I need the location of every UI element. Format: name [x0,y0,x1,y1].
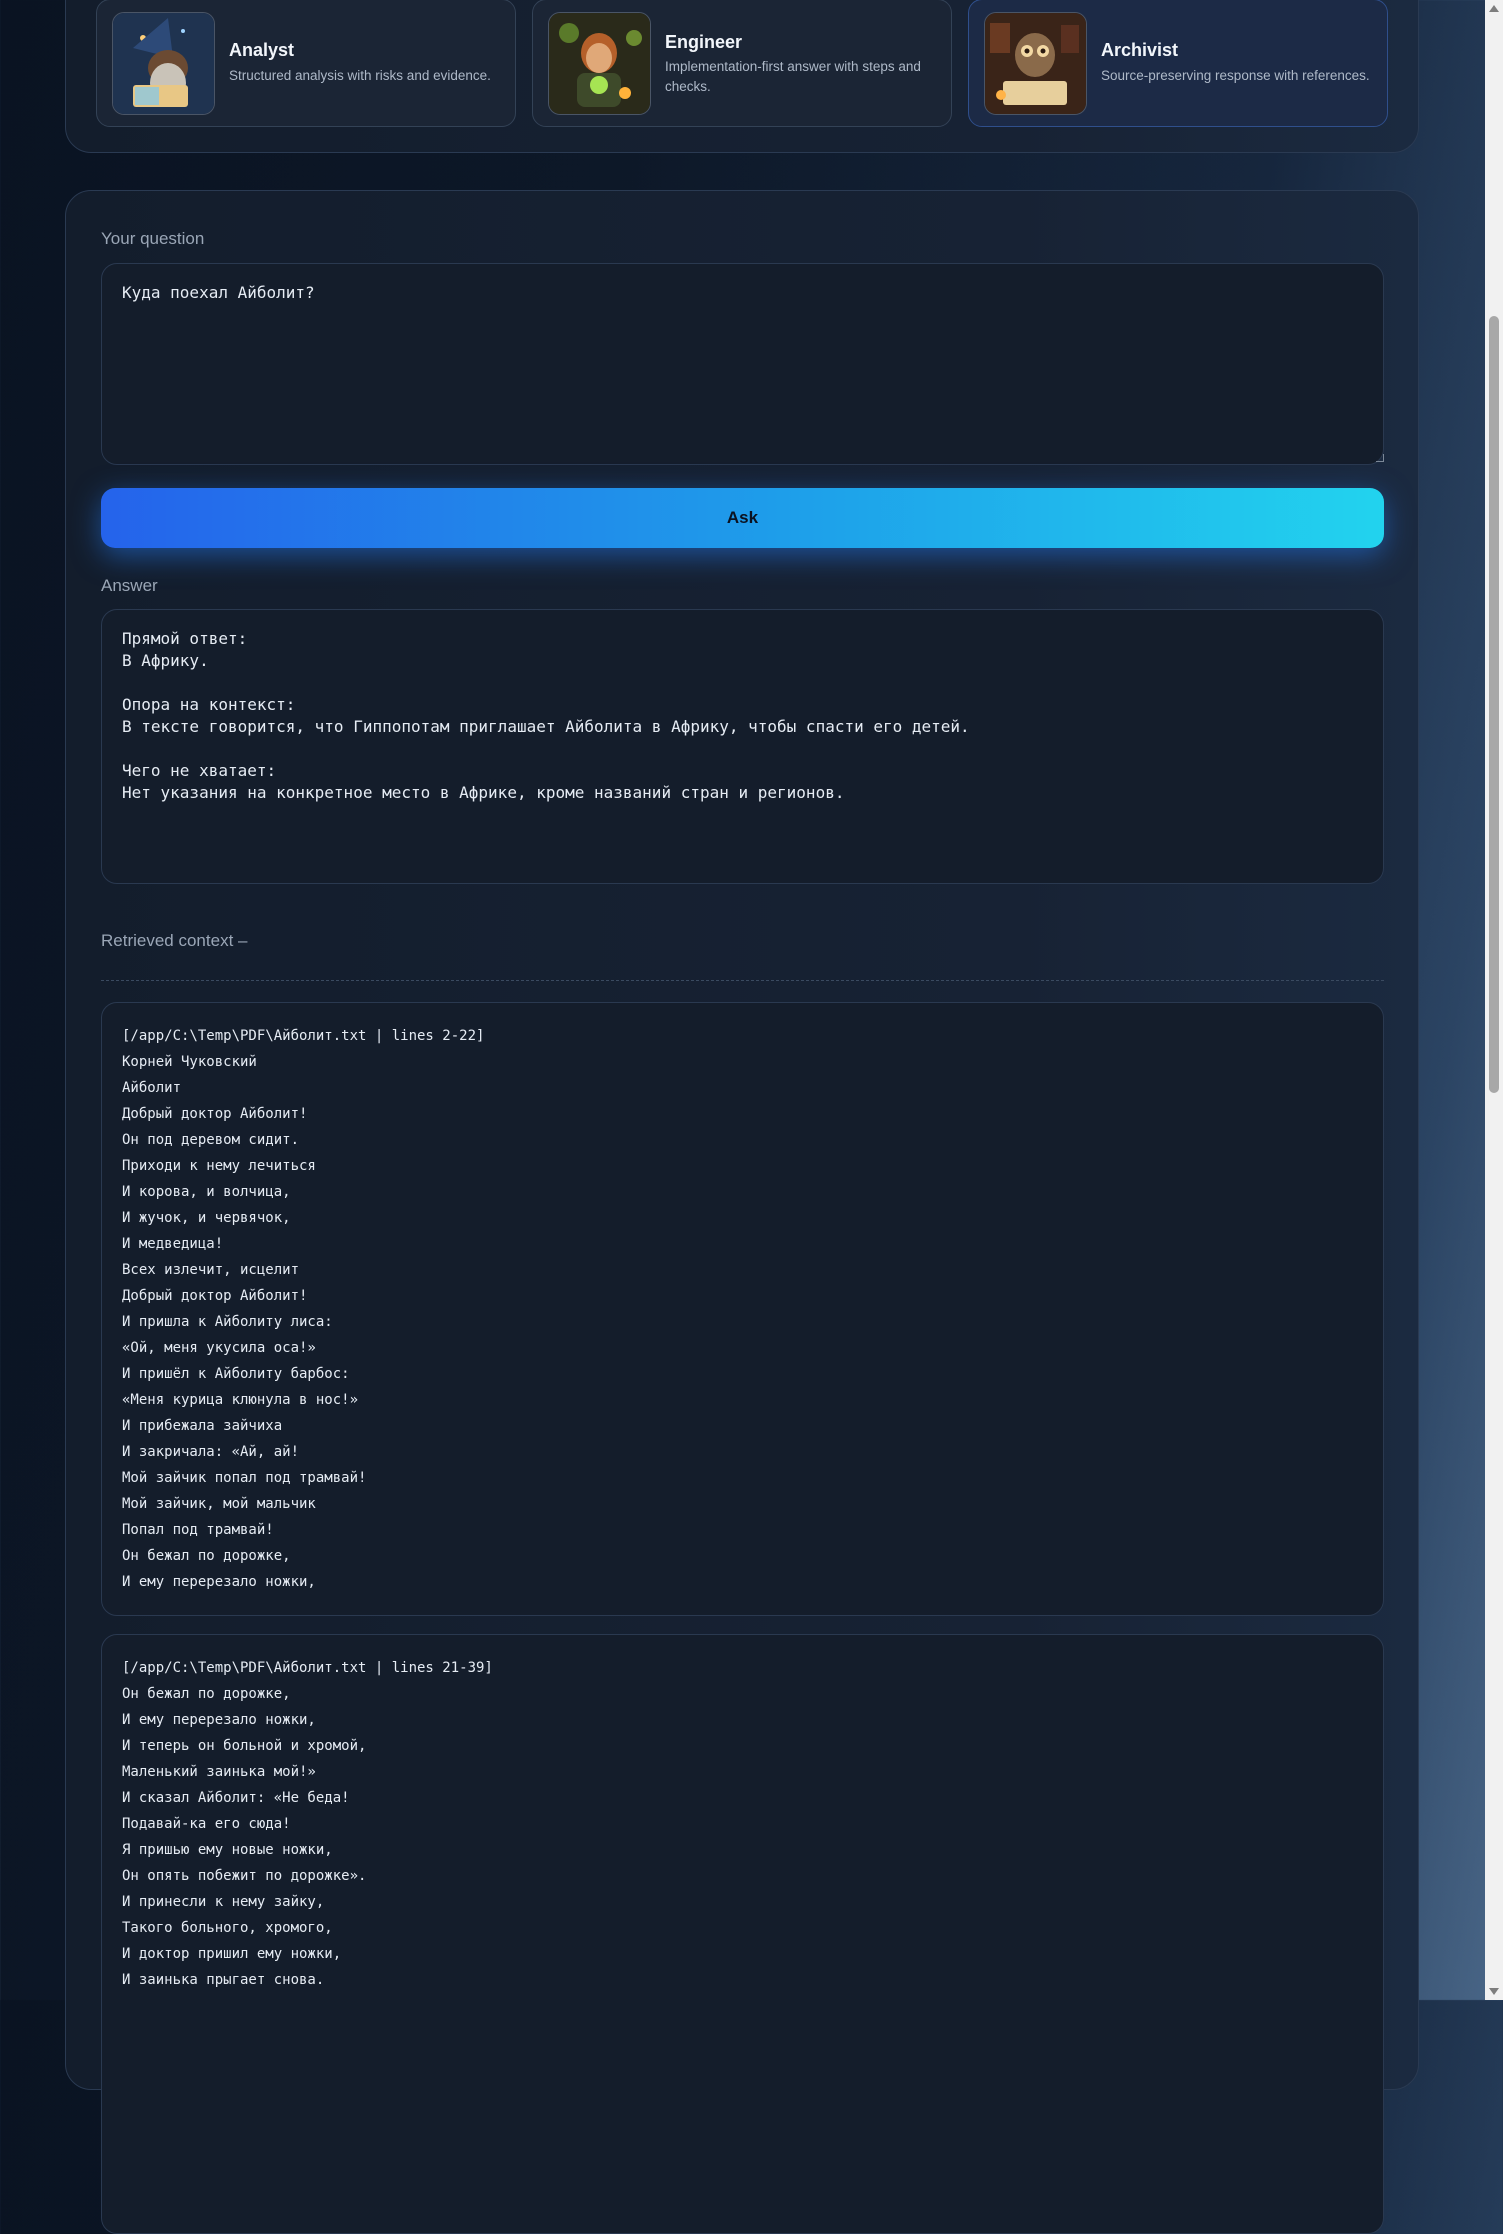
persona-card-engineer[interactable]: Engineer Implementation-first answer wit… [532,0,952,127]
persona-description: Implementation-first answer with steps a… [665,59,921,94]
divider [101,980,1384,981]
persona-panel: Analyst Structured analysis with risks a… [65,0,1419,153]
persona-description: Structured analysis with risks and evide… [229,68,491,83]
question-label: Your question [101,229,205,248]
page-scrollbar[interactable] [1485,0,1503,2000]
context-chunk: [/app/C:\Temp\PDF\Айболит.txt | lines 21… [101,1634,1384,2234]
persona-card-analyst[interactable]: Analyst Structured analysis with risks a… [96,0,516,127]
persona-title: Engineer [665,32,743,52]
scroll-up-icon[interactable] [1489,5,1499,12]
scroll-down-icon[interactable] [1489,1988,1499,1995]
persona-title: Analyst [229,40,295,60]
answer-output: Прямой ответ: В Африку. Опора на контекс… [101,609,1384,884]
resize-handle-icon[interactable] [1376,454,1384,462]
retrieved-context-toggle[interactable]: Retrieved context – [101,931,247,951]
wizard-reading-icon [112,12,215,115]
ask-button[interactable]: Ask [101,488,1384,548]
persona-card-archivist[interactable]: Archivist Source-preserving response wit… [968,0,1388,127]
qa-panel: Your question Куда поехал Айболит? Ask A… [65,190,1419,2234]
persona-description: Source-preserving response with referenc… [1101,68,1370,83]
alchemist-engineer-icon [548,12,651,115]
context-chunk: [/app/C:\Temp\PDF\Айболит.txt | lines 2-… [101,1002,1384,1616]
question-input[interactable]: Куда поехал Айболит? [101,263,1384,465]
owl-archivist-icon [984,12,1087,115]
scroll-thumb[interactable] [1489,316,1499,1093]
persona-title: Archivist [1101,40,1179,60]
answer-label: Answer [101,576,158,595]
